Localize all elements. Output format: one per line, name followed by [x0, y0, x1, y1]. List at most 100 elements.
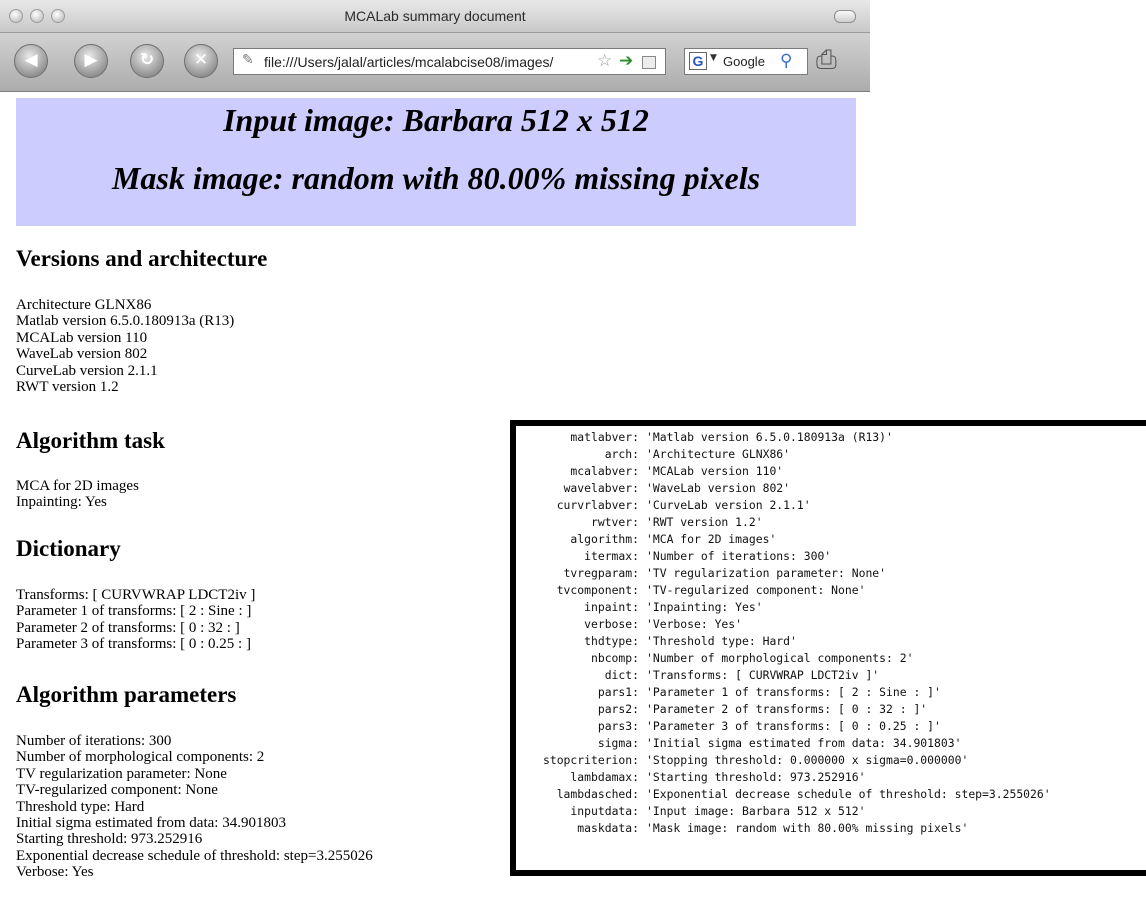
field-value: 'CurveLab version 2.1.1' — [646, 498, 811, 512]
magnifier-icon[interactable]: ⚲ — [780, 51, 792, 71]
field-name: sigma: — [597, 736, 639, 750]
field-name: verbose: — [584, 617, 639, 631]
list-item: Matlab version 6.5.0.180913a (R13) — [16, 313, 235, 330]
struct-field-row: wavelabver: 'WaveLab version 802' — [516, 481, 790, 496]
list-item: RWT version 1.2 — [16, 378, 119, 395]
list-item: WaveLab version 802 — [16, 346, 148, 363]
struct-printout-body: matlabver: 'Matlab version 6.5.0.180913a … — [516, 426, 1146, 870]
field-name: arch: — [604, 447, 639, 461]
field-value: 'Inpainting: Yes' — [646, 600, 763, 614]
list-item: Inpainting: Yes — [16, 494, 107, 511]
dictionary-list: Transforms: [ CURVWRAP LDCT2iv ] Paramet… — [16, 587, 255, 653]
list-item: TV-regularized component: None — [16, 782, 218, 799]
field-value: 'Exponential decrease schedule of thresh… — [646, 787, 1051, 801]
struct-field-row: thdtype: 'Threshold type: Hard' — [516, 634, 797, 649]
list-item: Exponential decrease schedule of thresho… — [16, 847, 373, 864]
google-engine-icon[interactable]: G — [689, 52, 707, 70]
file-page-icon: ✎ — [242, 52, 254, 68]
field-value: 'Architecture GLNX86' — [646, 447, 791, 461]
list-item: Verbose: Yes — [16, 864, 94, 881]
list-item: CurveLab version 2.1.1 — [16, 362, 158, 379]
struct-field-row: tvregparam: 'TV regularization parameter:… — [516, 566, 886, 581]
field-value: 'Number of iterations: 300' — [646, 549, 832, 563]
chevron-down-icon[interactable]: ▼ — [710, 53, 717, 63]
struct-field-row: arch: 'Architecture GLNX86' — [516, 447, 790, 462]
go-arrow-icon[interactable]: ➔ — [619, 51, 633, 71]
field-name: maskdata: — [577, 821, 639, 835]
field-name: itermax: — [584, 549, 639, 563]
field-name: stopcriterion: — [542, 753, 639, 767]
field-name: thdtype: — [584, 634, 639, 648]
forward-arrow-icon[interactable]: ▶ — [74, 44, 108, 78]
field-value: 'Stopping threshold: 0.000000 x sigma=0.… — [646, 753, 969, 767]
banner-input-line: Input image: Barbara 512 x 512 — [223, 102, 649, 138]
field-value: 'Matlab version 6.5.0.180913a (R13)' — [646, 430, 893, 444]
field-name: rwtver: — [590, 515, 639, 529]
list-item: Parameter 3 of transforms: [ 0 : 0.25 : … — [16, 636, 251, 653]
field-value: 'MCALab version 110' — [646, 464, 784, 478]
search-box[interactable]: G ▼ Google ⚲ — [684, 48, 808, 75]
struct-field-row: rwtver: 'RWT version 1.2' — [516, 515, 763, 530]
search-engine-label[interactable]: Google — [723, 54, 765, 69]
back-arrow-icon[interactable]: ◀ — [14, 44, 48, 78]
field-value: 'MCA for 2D images' — [646, 532, 777, 546]
struct-field-row: sigma: 'Initial sigma estimated from data… — [516, 736, 962, 751]
field-value: 'Initial sigma estimated from data: 34.9… — [646, 736, 962, 750]
field-name: matlabver: — [570, 430, 639, 444]
field-name: lambdasched: — [556, 787, 639, 801]
feed-icon[interactable] — [642, 56, 656, 69]
field-name: curvrlabver: — [556, 498, 639, 512]
field-name: nbcomp: — [590, 651, 639, 665]
field-value: 'Parameter 2 of transforms: [ 0 : 32 : ]… — [646, 702, 928, 716]
field-value: 'TV-regularized component: None' — [646, 583, 866, 597]
struct-field-row: maskdata: 'Mask image: random with 80.00%… — [516, 821, 968, 836]
parameters-heading: Algorithm parameters — [16, 682, 237, 707]
field-value: 'WaveLab version 802' — [646, 481, 791, 495]
field-value: 'Starting threshold: 973.252916' — [646, 770, 866, 784]
field-name: dict: — [604, 668, 639, 682]
url-bar[interactable]: ✎ file:///Users/jalal/articles/mcalabcis… — [233, 48, 666, 75]
struct-field-row: pars1: 'Parameter 1 of transforms: [ 2 : … — [516, 685, 941, 700]
struct-field-row: mcalabver: 'MCALab version 110' — [516, 464, 783, 479]
task-list: MCA for 2D images Inpainting: Yes — [16, 478, 139, 511]
struct-field-row: algorithm: 'MCA for 2D images' — [516, 532, 776, 547]
struct-field-row: lambdasched: 'Exponential decrease schedu… — [516, 787, 1051, 802]
struct-field-row: inputdata: 'Input image: Barbara 512 x 51… — [516, 804, 865, 819]
field-name: mcalabver: — [570, 464, 639, 478]
navigation-toolbar: ◀ ▶ ↻ ✕ ✎ file:///Users/jalal/articles/m… — [0, 33, 870, 92]
field-name: pars3: — [597, 719, 639, 733]
field-value: 'Verbose: Yes' — [646, 617, 743, 631]
list-item: Number of morphological components: 2 — [16, 749, 265, 766]
url-text[interactable]: file:///Users/jalal/articles/mcalabcise0… — [264, 54, 553, 70]
versions-list: Architecture GLNX86 Matlab version 6.5.0… — [16, 297, 234, 395]
reload-icon[interactable]: ↻ — [130, 44, 164, 78]
list-item: Threshold type: Hard — [16, 798, 145, 815]
stop-icon[interactable]: ✕ — [184, 44, 218, 78]
list-item: Number of iterations: 300 — [16, 733, 172, 749]
banner-mask-line: Mask image: random with 80.00% missing p… — [111, 160, 761, 196]
field-name: lambdamax: — [570, 770, 639, 784]
star-icon[interactable]: ☆ — [597, 51, 612, 71]
list-item: Parameter 2 of transforms: [ 0 : 32 : ] — [16, 619, 240, 636]
toolbar-toggle-button[interactable] — [834, 10, 856, 23]
struct-field-row: dict: 'Transforms: [ CURVWRAP LDCT2iv ]' — [516, 668, 879, 683]
list-item: MCA for 2D images — [16, 478, 139, 494]
list-item: Transforms: [ CURVWRAP LDCT2iv ] — [16, 587, 256, 603]
field-value: 'Threshold type: Hard' — [646, 634, 797, 648]
field-name: inpaint: — [584, 600, 639, 614]
list-item: Architecture GLNX86 — [16, 297, 152, 313]
dictionary-heading: Dictionary — [16, 536, 121, 561]
struct-field-row: lambdamax: 'Starting threshold: 973.25291… — [516, 770, 865, 785]
field-value: 'RWT version 1.2' — [646, 515, 763, 529]
struct-field-row: pars3: 'Parameter 3 of transforms: [ 0 : … — [516, 719, 941, 734]
list-item: Parameter 1 of transforms: [ 2 : Sine : … — [16, 603, 252, 620]
struct-field-row: curvrlabver: 'CurveLab version 2.1.1' — [516, 498, 811, 513]
print-icon[interactable]: ⎙ — [816, 45, 837, 76]
struct-field-row: nbcomp: 'Number of morphological componen… — [516, 651, 913, 666]
field-name: inputdata: — [570, 804, 639, 818]
list-item: Starting threshold: 973.252916 — [16, 831, 203, 848]
struct-field-row: verbose: 'Verbose: Yes' — [516, 617, 742, 632]
struct-field-row: inpaint: 'Inpainting: Yes' — [516, 600, 763, 615]
field-value: 'Parameter 3 of transforms: [ 0 : 0.25 :… — [646, 719, 941, 733]
field-name: wavelabver: — [563, 481, 639, 495]
